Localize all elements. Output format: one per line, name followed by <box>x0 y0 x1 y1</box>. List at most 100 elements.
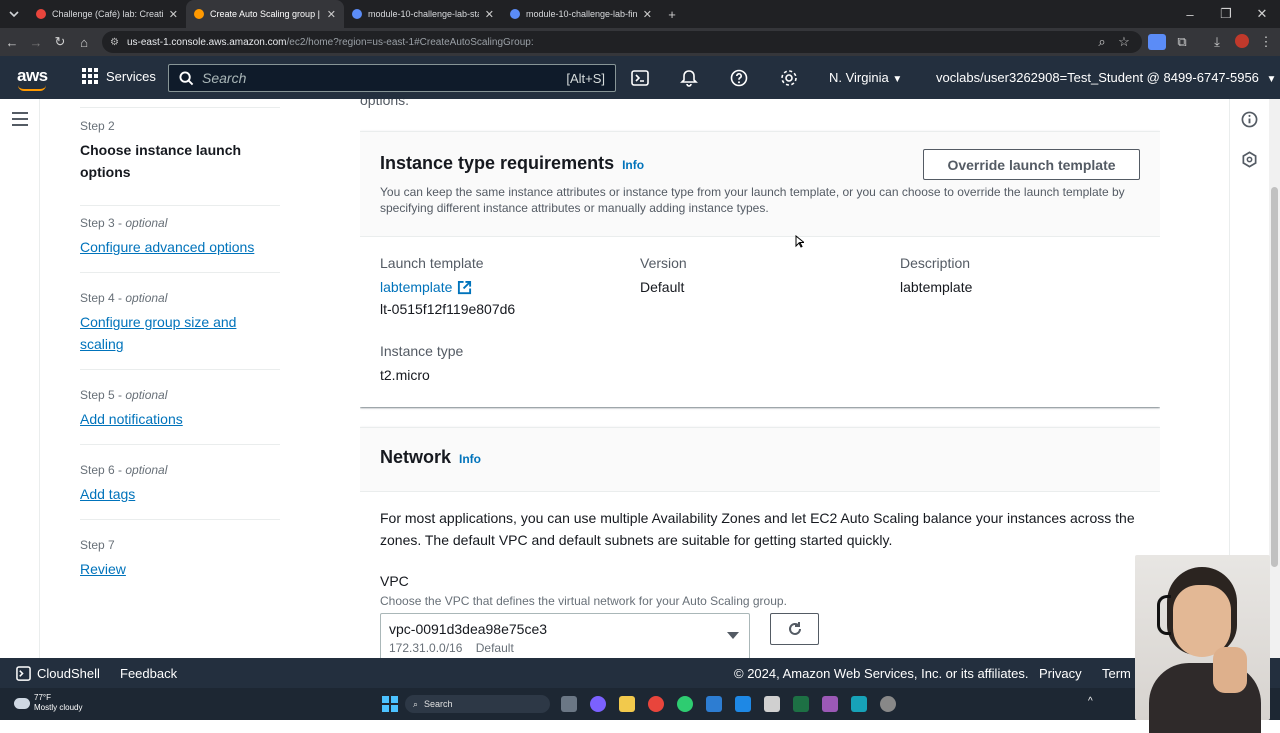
privacy-link[interactable]: Privacy <box>1039 666 1082 681</box>
vpc-selected-id: vpc-0091d3dea98e75ce3 <box>389 621 548 637</box>
services-menu-button[interactable]: Services <box>82 68 156 84</box>
browser-tab[interactable]: Create Auto Scaling group | EC2 ✕ <box>186 0 344 28</box>
browser-tab[interactable]: Challenge (Café) lab: Creating a ✕ <box>28 0 186 28</box>
tab-close-icon[interactable]: ✕ <box>169 8 178 21</box>
task-view-icon[interactable] <box>561 696 577 712</box>
hamburger-menu-icon[interactable] <box>12 112 28 130</box>
edge-icon[interactable] <box>677 696 693 712</box>
tab-close-icon[interactable]: ✕ <box>485 8 494 21</box>
step-number: Step 7 <box>80 538 115 552</box>
tab-close-icon[interactable]: ✕ <box>327 8 336 21</box>
caret-down-icon <box>727 632 739 639</box>
step-number: Step 2 <box>80 119 115 133</box>
new-tab-icon[interactable]: + <box>660 0 684 28</box>
reload-icon[interactable]: ↻ <box>48 28 72 56</box>
page-scrollbar[interactable] <box>1269 99 1280 658</box>
help-icon[interactable] <box>729 68 749 88</box>
launch-template-id: lt-0515f12f119e807d6 <box>380 301 516 317</box>
minimize-icon[interactable]: – <box>1172 0 1208 28</box>
extension-icon[interactable] <box>1148 34 1166 50</box>
vpc-label: VPC <box>380 573 409 589</box>
browser-tab[interactable]: module-10-challenge-lab-start ✕ <box>344 0 502 28</box>
vpc-select[interactable]: vpc-0091d3dea98e75ce3 172.31.0.0/16 Defa… <box>380 613 750 658</box>
aws-footer: CloudShell Feedback © 2024, Amazon Web S… <box>0 658 1280 688</box>
zoom-icon[interactable]: ⌕ <box>1090 28 1114 56</box>
search-shortcut: [Alt+S] <box>566 70 605 86</box>
weather-widget[interactable]: 77°F Mostly cloudy <box>34 693 82 713</box>
site-info-icon[interactable]: ⚙ <box>110 37 119 48</box>
restore-icon[interactable]: ❐ <box>1208 0 1244 28</box>
browser-toolbar: ← → ↻ ⌂ ⚙ us-east-1.console.aws.amazon.c… <box>0 28 1280 56</box>
version-label: Version <box>640 255 687 271</box>
bookmark-star-icon[interactable]: ☆ <box>1112 28 1136 56</box>
services-grid-icon <box>82 68 98 84</box>
region-selector[interactable]: N. Virginia ▼ <box>829 70 902 85</box>
tab-close-icon[interactable]: ✕ <box>643 8 652 21</box>
feedback-link[interactable]: Feedback <box>120 666 177 681</box>
launch-template-link-text: labtemplate <box>380 279 453 295</box>
close-window-icon[interactable]: ✕ <box>1244 0 1280 28</box>
obs-icon[interactable] <box>822 696 838 712</box>
step-number-label: Step 4 - optional <box>80 291 280 305</box>
step-name: Choose instance launch options <box>80 142 242 180</box>
browser-tab[interactable]: module-10-challenge-lab-final ✕ <box>502 0 660 28</box>
account-caret-icon: ▼ <box>1266 74 1277 85</box>
file-explorer-icon[interactable] <box>619 696 635 712</box>
back-icon[interactable]: ← <box>0 28 24 56</box>
network-info-link[interactable]: Info <box>459 452 481 466</box>
step-name[interactable]: Configure group size and scaling <box>80 311 280 355</box>
instance-info-link[interactable]: Info <box>622 158 644 172</box>
aws-search-input[interactable]: Search [Alt+S] <box>168 64 616 92</box>
step-name[interactable]: Review <box>80 558 280 580</box>
hexagon-resources-icon[interactable] <box>1241 151 1258 168</box>
excel-icon[interactable] <box>793 696 809 712</box>
tray-chevron-icon[interactable]: ^ <box>1088 696 1093 707</box>
instance-type-value: t2.micro <box>380 367 430 383</box>
vpc-cidr-text: 172.31.0.0/16 <box>389 641 463 655</box>
settings-gear-icon[interactable] <box>779 68 799 88</box>
notepad-icon[interactable] <box>764 696 780 712</box>
search-placeholder: Search <box>202 70 247 86</box>
home-icon[interactable]: ⌂ <box>72 28 96 56</box>
chrome-icon[interactable] <box>648 696 664 712</box>
outlook-icon[interactable] <box>706 696 722 712</box>
windows-start-icon[interactable] <box>382 696 398 712</box>
scrollbar-thumb[interactable] <box>1271 187 1278 567</box>
weather-temp: 77°F <box>34 693 51 702</box>
account-menu[interactable]: voclabs/user3262908=Test_Student @ 8499-… <box>936 70 1276 85</box>
url-path: /ec2/home?region=us-east-1#CreateAutoSca… <box>286 36 534 48</box>
forward-icon[interactable]: → <box>24 28 48 56</box>
version-value: Default <box>640 279 685 295</box>
refresh-vpc-button[interactable] <box>770 613 819 645</box>
tab-title: Create Auto Scaling group | EC2 <box>210 9 321 19</box>
step-name[interactable]: Add notifications <box>80 408 280 430</box>
terms-link[interactable]: Term <box>1102 666 1131 681</box>
settings-app-icon[interactable] <box>880 696 896 712</box>
cloudshell-link[interactable]: CloudShell <box>37 666 100 681</box>
teams-chat-icon[interactable] <box>590 696 606 712</box>
instance-type-requirements-panel: Instance type requirements Info Override … <box>360 131 1160 407</box>
services-label: Services <box>106 68 156 84</box>
vscode-icon[interactable] <box>735 696 751 712</box>
aws-logo[interactable]: aws <box>17 66 48 86</box>
info-panel-icon[interactable] <box>1241 111 1258 128</box>
cloudshell-icon[interactable] <box>630 68 650 88</box>
extensions-puzzle-icon[interactable]: ⧉ <box>1170 28 1194 56</box>
url-bar[interactable]: ⚙ us-east-1.console.aws.amazon.com/ec2/h… <box>102 31 1142 53</box>
app-icon[interactable] <box>851 696 867 712</box>
tab-search-icon[interactable] <box>0 0 28 28</box>
launch-template-link[interactable]: labtemplate <box>380 279 472 295</box>
taskbar-search[interactable]: ⌕ Search <box>405 695 550 713</box>
browser-menu-icon[interactable]: ⋮ <box>1254 28 1278 56</box>
weather-condition: Mostly cloudy <box>34 703 83 712</box>
wizard-step: Step 5 - optional Add notifications <box>80 388 280 445</box>
step-name[interactable]: Configure advanced options <box>80 236 280 258</box>
step-name[interactable]: Add tags <box>80 483 280 505</box>
network-panel-header: Network Info <box>360 428 1160 492</box>
profile-avatar[interactable] <box>1235 34 1249 48</box>
override-launch-template-button[interactable]: Override launch template <box>923 149 1140 180</box>
notifications-bell-icon[interactable] <box>679 68 699 88</box>
download-icon[interactable]: ⤓ <box>1205 28 1229 56</box>
external-link-icon <box>458 280 472 294</box>
step-optional: optional <box>125 291 168 305</box>
